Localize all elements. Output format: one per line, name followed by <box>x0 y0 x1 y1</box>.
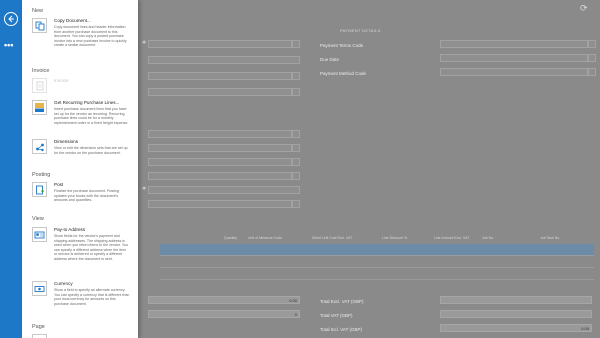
field-input[interactable] <box>148 56 300 64</box>
menu-item-description: Insert purchase document lines that you … <box>54 107 129 125</box>
page-icon <box>32 334 47 338</box>
dropdown-button[interactable] <box>292 72 300 80</box>
field-input[interactable] <box>148 172 292 180</box>
column-header[interactable]: Line Amount Excl. VAT <box>434 236 469 240</box>
total-excl-vat-label: Total Excl. VAT (GBP) <box>320 299 364 304</box>
post-icon <box>32 182 47 197</box>
due-date-input[interactable] <box>440 54 588 62</box>
discount-value[interactable]: 0 <box>148 310 300 318</box>
field-input[interactable] <box>148 130 292 138</box>
app-rail: ••• <box>0 0 22 338</box>
dropdown-button[interactable] <box>292 130 300 138</box>
column-header[interactable]: Job Task No. <box>540 236 560 240</box>
due-date-label: Due Date <box>320 57 340 62</box>
section-view: View <box>32 216 44 222</box>
menu-item-description: View or edit the dimension sets that are… <box>54 146 128 155</box>
section-page: Page <box>32 324 45 330</box>
actions-menu: New Copy Document... Copy document lines… <box>22 0 138 338</box>
payment-method-input[interactable] <box>440 68 588 76</box>
payment-method-label: Payment Method Code <box>320 71 367 76</box>
menu-item-title: Dimensions <box>54 139 78 144</box>
menu-item-title: Copy Document... <box>54 18 91 23</box>
dropdown-button[interactable] <box>292 144 300 152</box>
menu-item-page-first[interactable] <box>32 334 132 338</box>
dropdown-button[interactable] <box>588 40 596 48</box>
menu-item-title: Pay-to Address <box>54 227 86 232</box>
total-incl-vat-value: 0.00 <box>440 324 592 332</box>
field-input[interactable] <box>148 158 292 166</box>
dropdown-button[interactable] <box>292 40 300 48</box>
dropdown-button[interactable] <box>292 158 300 166</box>
menu-item-description: Finalize the purchase document. Posting … <box>54 189 119 203</box>
menu-item-post[interactable]: Post Finalize the purchase document. Pos… <box>32 182 132 212</box>
required-indicator: ✱ <box>142 186 147 192</box>
column-header[interactable]: Job No. <box>482 236 494 240</box>
date-picker-button[interactable] <box>588 54 596 62</box>
required-indicator: ✱ <box>142 40 147 46</box>
field-input[interactable] <box>148 72 292 80</box>
total-vat-label: Total VAT (GBP) <box>320 313 353 318</box>
total-incl-vat-label: Total Incl. VAT (GBP) <box>320 327 363 332</box>
dropdown-button[interactable] <box>588 68 596 76</box>
total-vat-value <box>440 310 592 318</box>
table-row[interactable] <box>160 244 594 256</box>
column-header[interactable]: Quantity <box>224 236 237 240</box>
menu-item-title: Get Recurring Purchase Lines... <box>54 100 120 105</box>
recurring-lines-icon <box>32 100 47 115</box>
menu-item-copy-document[interactable]: Copy Document... Copy document lines and… <box>32 18 132 58</box>
currency-icon <box>32 281 47 296</box>
table-row[interactable] <box>160 268 594 280</box>
menu-item-description: Show fields for the vendor's payment and… <box>54 234 128 261</box>
column-header[interactable]: Direct Unit Cost Excl. VAT <box>312 236 352 240</box>
dimensions-icon <box>32 139 47 154</box>
menu-item-pay-to-address[interactable]: Pay-to Address Show fields for the vendo… <box>32 227 132 275</box>
payment-details-header: PAYMENT DETAILS <box>340 28 381 33</box>
menu-item-title: Invoice <box>54 78 69 83</box>
back-arrow-icon[interactable] <box>4 12 18 26</box>
menu-item-currency[interactable]: Currency Show a field to specify an alte… <box>32 281 132 315</box>
menu-item-title: Currency <box>54 281 73 286</box>
menu-item-description: Show a field to specify an alternate cur… <box>54 288 130 306</box>
column-header[interactable]: Line Discount % <box>382 236 407 240</box>
pay-to-address-icon <box>32 227 47 242</box>
section-posting: Posting <box>32 172 51 178</box>
more-ellipsis-icon[interactable]: ••• <box>4 41 18 50</box>
dropdown-button[interactable] <box>292 172 300 180</box>
field-input[interactable] <box>148 144 292 152</box>
total-excl-vat-value <box>440 296 592 304</box>
menu-item-title: Post <box>54 182 64 187</box>
section-new: New <box>32 8 44 14</box>
copy-document-icon <box>32 18 47 33</box>
field-input[interactable] <box>148 88 292 96</box>
field-input[interactable] <box>148 40 292 48</box>
invoice-icon <box>32 78 47 93</box>
subtotal-value: 0.00 <box>148 296 300 304</box>
section-invoice: Invoice <box>32 68 50 74</box>
dropdown-button[interactable] <box>292 200 300 208</box>
payment-terms-input[interactable] <box>440 40 588 48</box>
menu-item-get-recurring-lines[interactable]: Get Recurring Purchase Lines... Insert p… <box>32 100 132 134</box>
menu-item-dimensions[interactable]: Dimensions View or edit the dimension se… <box>32 139 132 165</box>
menu-item-description: Copy document lines and header informati… <box>54 25 127 48</box>
payment-terms-label: Payment Terms Code <box>320 43 364 48</box>
menu-item-invoice: Invoice <box>32 78 132 94</box>
field-input[interactable] <box>148 186 300 194</box>
table-row[interactable] <box>160 256 594 268</box>
dropdown-button[interactable] <box>292 88 300 96</box>
field-input[interactable] <box>148 200 292 208</box>
column-header[interactable]: Unit of Measure Code <box>248 236 282 240</box>
refresh-icon[interactable]: ⟳ <box>580 4 588 13</box>
